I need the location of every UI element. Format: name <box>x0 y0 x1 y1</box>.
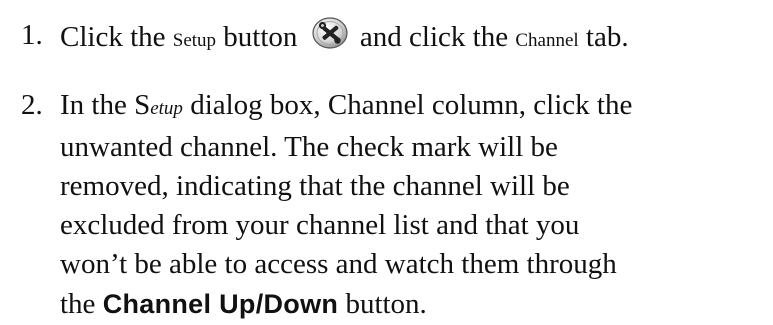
step-1-text-after: and click the <box>352 21 516 53</box>
step-1-text-end: tab. <box>578 21 629 53</box>
step-1-text-button: button <box>216 21 305 53</box>
channel-word: Channel <box>515 30 579 51</box>
setup-word: Setup <box>172 30 217 51</box>
step-2-line-1-a: In the S <box>60 89 151 121</box>
step-2-line-6: the Channel Up/Down button. <box>60 284 632 325</box>
step-2-number: 2. <box>21 89 43 121</box>
step-1-text-before: Click the <box>60 21 173 53</box>
step-2-line-3: removed, indicating that the channel wil… <box>60 170 570 202</box>
step-2-line-2: unwanted channel. The check mark will be <box>60 131 558 163</box>
step-1-text: Click the Setup button and click the Cha… <box>60 16 629 60</box>
step-2-text: In the Setup dialog box, Channel column,… <box>60 86 632 325</box>
setup-tools-icon <box>311 16 349 50</box>
step-1-number: 1. <box>21 19 43 51</box>
step-2-line-1: In the Setup dialog box, Channel column,… <box>60 86 632 128</box>
step-2-line-6-b: button. <box>338 288 427 320</box>
step-2-line-5: won’t be able to access and watch them t… <box>60 248 617 280</box>
setup-italic-word: etup <box>150 98 183 119</box>
step-2-line-4: excluded from your channel list and that… <box>60 209 580 241</box>
channel-up-down-label: Channel Up/Down <box>102 289 339 319</box>
step-2-line-6-a: the <box>60 288 103 320</box>
step-2-line-1-b: dialog box, Channel column, click the <box>182 89 633 121</box>
